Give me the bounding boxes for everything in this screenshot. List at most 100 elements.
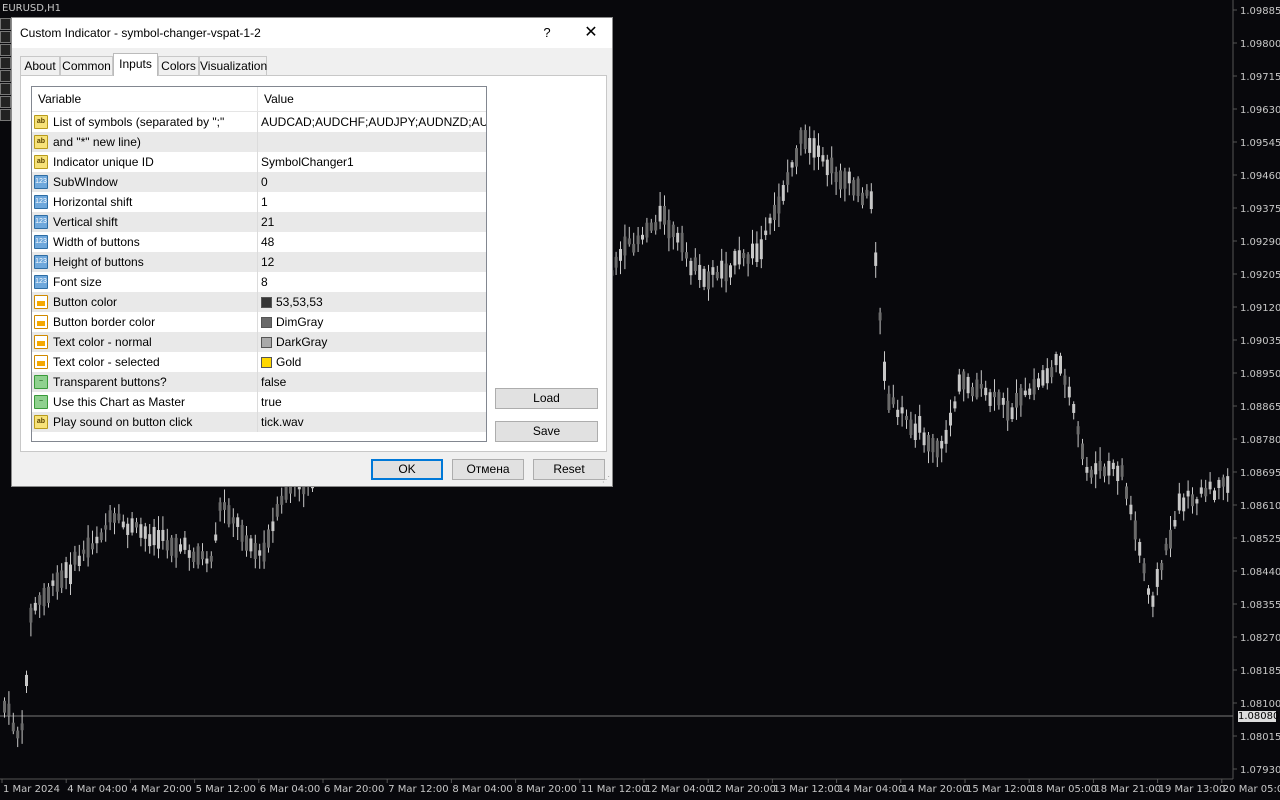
chart-mini-button[interactable] [0, 57, 11, 69]
price-axis-label: 1.08015 [1240, 732, 1280, 743]
value-cell[interactable]: 21 [258, 212, 486, 232]
table-row[interactable]: ab Indicator unique ID SymbolChanger1 [32, 152, 486, 172]
table-row[interactable]: 123 Width of buttons 48 [32, 232, 486, 252]
chart-mini-button[interactable] [0, 31, 11, 43]
value-cell[interactable]: tick.wav [258, 412, 486, 432]
table-row[interactable]: 123 SubWIndow 0 [32, 172, 486, 192]
table-row[interactable]: Text color - normal DarkGray [32, 332, 486, 352]
value-cell[interactable]: 53,53,53 [258, 292, 486, 312]
dialog-titlebar[interactable]: Custom Indicator - symbol-changer-vspat-… [12, 18, 612, 48]
time-axis-label: 13 Mar 12:00 [773, 784, 840, 795]
table-row[interactable]: ab List of symbols (separated by ";" AUDCA… [32, 112, 486, 132]
candle [1098, 447, 1102, 479]
tab-visualization[interactable]: Visualization [199, 56, 267, 75]
table-row[interactable]: Button color 53,53,53 [32, 292, 486, 312]
value-cell[interactable]: 0 [258, 172, 486, 192]
color-type-icon [34, 295, 48, 309]
table-row[interactable]: ~ Use this Chart as Master true [32, 392, 486, 412]
value-cell[interactable]: DimGray [258, 312, 486, 332]
tab-about[interactable]: About [20, 56, 60, 75]
candle [1037, 372, 1040, 391]
tab-common[interactable]: Common [60, 56, 113, 75]
candle [1142, 558, 1146, 582]
variable-cell: 123 Font size [32, 272, 258, 292]
table-row[interactable]: 123 Vertical shift 21 [32, 212, 486, 232]
ok-button[interactable]: OK [371, 459, 443, 480]
variable-cell: Button color [32, 292, 258, 312]
chart-mini-button[interactable] [0, 109, 11, 121]
value-cell[interactable]: 48 [258, 232, 486, 252]
table-row[interactable]: 123 Horizontal shift 1 [32, 192, 486, 212]
candle [896, 399, 900, 426]
time-axis-label: 7 Mar 12:00 [388, 784, 448, 795]
resize-grip-icon[interactable]: ⋰ [602, 476, 610, 484]
value-cell[interactable]: 12 [258, 252, 486, 272]
candle [157, 516, 160, 559]
chart-mini-button[interactable] [0, 83, 11, 95]
candle [922, 427, 926, 453]
value-cell[interactable] [258, 132, 486, 152]
candle [1173, 511, 1177, 529]
table-row[interactable]: 123 Font size 8 [32, 272, 486, 292]
candle [839, 163, 842, 198]
value-cell[interactable]: SymbolChanger1 [258, 152, 486, 172]
variable-name: and "*" new line) [53, 135, 141, 149]
candle [887, 385, 891, 413]
variable-name: Button color [53, 295, 118, 309]
table-row[interactable]: ab Play sound on button click tick.wav [32, 412, 486, 432]
variable-name: Button border color [53, 315, 156, 329]
value-cell[interactable]: true [258, 392, 486, 412]
save-button[interactable]: Save [495, 421, 598, 442]
value-cell[interactable]: 8 [258, 272, 486, 292]
column-header-value[interactable]: Value [258, 87, 486, 111]
close-button[interactable]: ✕ [578, 20, 604, 46]
variable-name: Font size [53, 275, 102, 289]
candle [51, 573, 55, 597]
chart-mini-button[interactable] [0, 18, 11, 30]
candle [205, 551, 209, 573]
value-cell[interactable]: DarkGray [258, 332, 486, 352]
price-axis-label: 1.08780 [1240, 435, 1280, 446]
table-row[interactable]: Button border color DimGray [32, 312, 486, 332]
price-axis-label: 1.09885 [1240, 6, 1280, 17]
chart-mini-button[interactable] [0, 70, 11, 82]
candle [984, 380, 988, 401]
chart-quick-buttons [0, 18, 11, 122]
candle [680, 225, 684, 261]
load-button[interactable]: Load [495, 388, 598, 409]
column-header-variable[interactable]: Variable [32, 87, 258, 111]
candle [117, 504, 121, 524]
candle [619, 241, 622, 275]
time-axis-label: 5 Mar 12:00 [196, 784, 256, 795]
candle [834, 166, 838, 195]
candle [1129, 495, 1133, 521]
table-row[interactable]: Text color - selected Gold [32, 352, 486, 372]
tab-inputs[interactable]: Inputs [113, 53, 158, 76]
variable-name: Use this Chart as Master [53, 395, 186, 409]
candle [209, 551, 213, 569]
help-button[interactable]: ? [535, 20, 559, 46]
string-type-icon: ab [34, 115, 48, 129]
table-row[interactable]: 123 Height of buttons 12 [32, 252, 486, 272]
candle [1213, 487, 1216, 503]
candle [7, 691, 11, 725]
table-row[interactable]: ~ Transparent buttons? false [32, 372, 486, 392]
candle [803, 124, 807, 154]
value-cell[interactable]: 1 [258, 192, 486, 212]
chart-mini-button[interactable] [0, 44, 11, 56]
variable-cell: Button border color [32, 312, 258, 332]
tab-colors[interactable]: Colors [158, 56, 199, 75]
value-cell[interactable]: AUDCAD;AUDCHF;AUDJPY;AUDNZD;AU... [258, 112, 486, 132]
candle [737, 236, 741, 270]
candle [1169, 515, 1172, 558]
candle [126, 517, 130, 549]
cancel-button[interactable]: Отмена [452, 459, 524, 480]
parameter-value: Gold [276, 355, 302, 369]
candle [196, 543, 200, 569]
reset-button[interactable]: Reset [533, 459, 605, 480]
chart-mini-button[interactable] [0, 96, 11, 108]
table-row[interactable]: ab and "*" new line) [32, 132, 486, 152]
price-axis-label: 1.08695 [1240, 468, 1280, 479]
value-cell[interactable]: false [258, 372, 486, 392]
value-cell[interactable]: Gold [258, 352, 486, 372]
